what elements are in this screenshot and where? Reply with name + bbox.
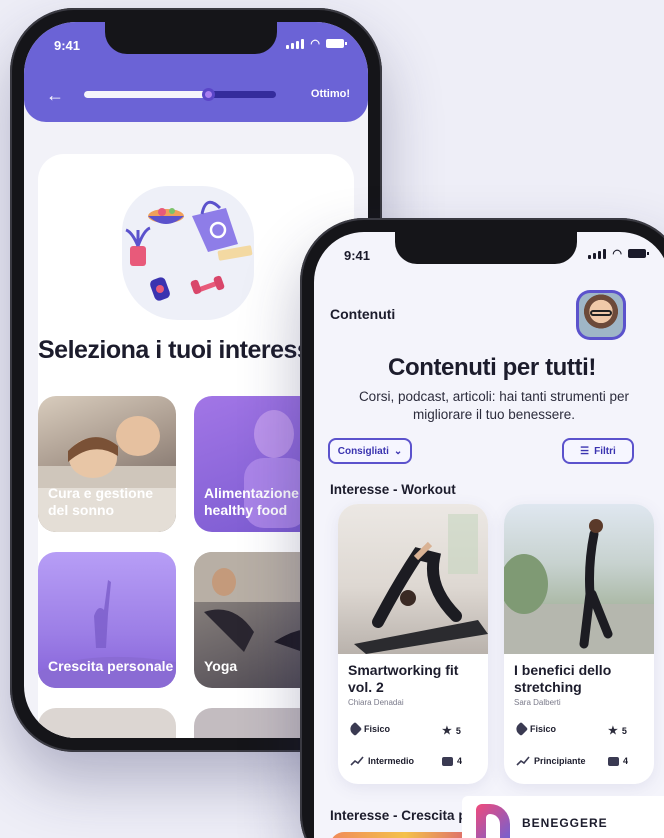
- filter-button[interactable]: ☰ Filtri: [562, 438, 634, 464]
- status-icons: ◠: [588, 247, 649, 260]
- content-card-rating: ★ 5: [442, 724, 461, 737]
- content-card-videos: 4: [442, 756, 462, 766]
- content-card-videos: 4: [608, 756, 628, 766]
- video-icon: [442, 756, 453, 766]
- progress-fill: [84, 88, 215, 101]
- brand-wordmark: BENEGGERE: [522, 816, 608, 830]
- content-card-title: I benefici dello stretching: [514, 662, 612, 695]
- wifi-icon: ◠: [612, 248, 622, 260]
- brand-logo: BENEGGERE: [462, 796, 664, 838]
- signal-icon: [588, 248, 607, 259]
- star-icon: ★: [608, 725, 618, 737]
- interest-tile-sleep[interactable]: Cura e gestione del sonno: [38, 396, 176, 532]
- progress-knob: [201, 88, 215, 101]
- tag-icon: [513, 721, 529, 737]
- page-title: Contenuti: [330, 306, 396, 322]
- onboarding-progress-bar: [84, 88, 276, 101]
- content-card-category: Fisico: [347, 721, 391, 737]
- content-card-author: Chiara Denadai: [348, 698, 404, 707]
- section-workout-title: Interesse - Workout: [330, 482, 456, 497]
- wifi-icon: ◠: [310, 38, 320, 50]
- contents-screen: 9:41 ◠ Contenuti Contenuti per tutti! Co…: [314, 232, 664, 838]
- tile-label: Crescita personale: [48, 658, 174, 674]
- level-label: Intermedio: [368, 756, 415, 766]
- progress-label: Ottimo!: [310, 88, 350, 100]
- back-arrow-icon[interactable]: ←: [46, 86, 64, 104]
- woman-stretching-photo: [504, 519, 654, 654]
- filter-button-label: Filtri: [594, 445, 616, 457]
- content-card-image: [504, 504, 654, 654]
- status-time: 9:41: [344, 248, 371, 263]
- rating-value: 5: [621, 725, 627, 736]
- trend-icon: [516, 756, 530, 766]
- star-icon: ★: [442, 725, 452, 737]
- content-card-level: Intermedio: [350, 756, 414, 766]
- tile-label: Cura e gestione del sonno: [48, 485, 154, 518]
- signal-icon: [286, 38, 305, 49]
- chevron-down-icon: ⌄: [393, 445, 403, 457]
- category-label: Fisico: [530, 724, 557, 734]
- content-card-category: Fisico: [513, 721, 557, 737]
- woman-plank-photo: [354, 514, 488, 654]
- brand-mark-icon: [476, 804, 510, 838]
- phone-notch: [395, 232, 577, 264]
- sort-dropdown[interactable]: Consigliati ⌄: [328, 438, 412, 464]
- user-avatar[interactable]: [576, 290, 626, 340]
- glasses-icon: [590, 310, 612, 316]
- level-label: Principiante: [534, 756, 586, 766]
- interest-tile-growth[interactable]: Crescita personale: [38, 552, 176, 688]
- filter-icon: ☰: [580, 445, 590, 457]
- status-icons: ◠: [286, 37, 347, 50]
- content-card[interactable]: I benefici dello stretching Sara Dalbert…: [504, 504, 654, 784]
- content-card-image: [338, 504, 488, 654]
- phone-notch: [105, 22, 277, 54]
- video-icon: [608, 756, 619, 766]
- hero-title: Contenuti per tutti!: [388, 354, 596, 381]
- hero-subtitle: Corsi, podcast, articoli: hai tanti stru…: [358, 389, 630, 422]
- content-card-title: Smartworking fit vol. 2: [348, 662, 459, 695]
- avatar-photo: [579, 293, 623, 337]
- tag-icon: [347, 721, 363, 737]
- content-card-level: Principiante: [516, 756, 586, 766]
- content-card-image[interactable]: [330, 832, 480, 838]
- status-time: 9:41: [54, 38, 81, 53]
- wellness-items-illustration: [125, 200, 253, 301]
- trend-icon: [350, 756, 364, 766]
- contents-phone: 9:41 ◠ Contenuti Contenuti per tutti! Co…: [300, 218, 664, 838]
- videos-count: 4: [457, 756, 463, 766]
- content-card-author: Sara Dalberti: [514, 698, 561, 707]
- rating-value: 5: [455, 725, 461, 736]
- interest-tile-5[interactable]: [38, 708, 176, 738]
- battery-icon: [326, 39, 347, 48]
- category-label: Fisico: [364, 724, 391, 734]
- sort-dropdown-label: Consigliati: [337, 445, 389, 457]
- content-card[interactable]: Smartworking fit vol. 2 Chiara Denadai F…: [338, 504, 488, 784]
- videos-count: 4: [623, 756, 629, 766]
- interests-illustration: [122, 186, 254, 320]
- content-card-rating: ★ 5: [608, 724, 627, 737]
- battery-icon: [628, 249, 649, 258]
